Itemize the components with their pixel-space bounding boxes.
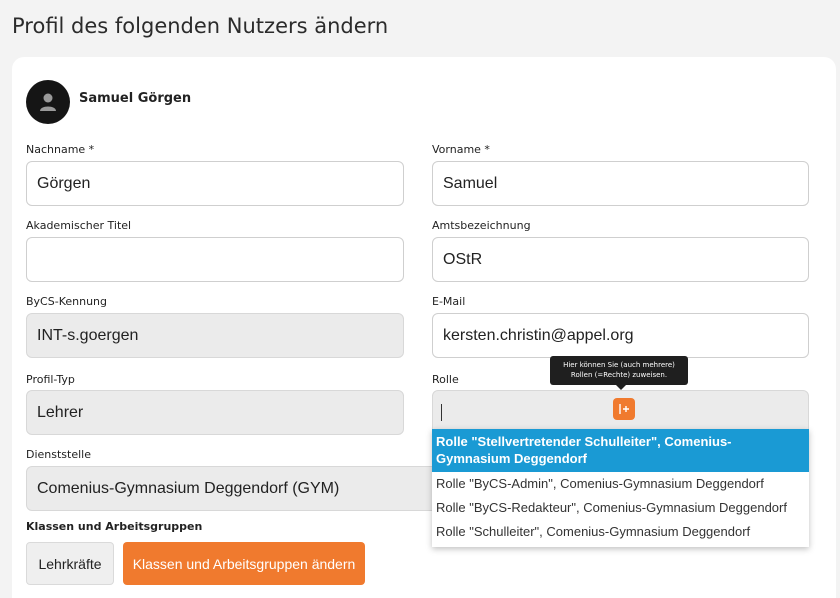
vorname-label: Vorname * [432, 143, 490, 156]
change-classes-button[interactable]: Klassen und Arbeitsgruppen ändern [123, 542, 365, 585]
tooltip-arrow [616, 385, 626, 390]
lehrkraefte-chip[interactable]: Lehrkräfte [26, 542, 114, 585]
akad-titel-field[interactable] [26, 237, 404, 282]
dienststelle-label: Dienststelle [26, 448, 92, 461]
user-name: Samuel Görgen [79, 91, 192, 106]
nachname-label: Nachname * [26, 143, 95, 156]
role-option[interactable]: Rolle "Stellvertretender Schulleiter", C… [432, 429, 809, 472]
tooltip-line-1: Hier können Sie (auch mehrere) [563, 361, 675, 369]
tooltip-line-2: Rollen (=Rechte) zuweisen. [570, 371, 668, 379]
avatar [26, 80, 70, 124]
amtsbezeichnung-field[interactable]: OStR [432, 237, 809, 282]
klassen-label: Klassen und Arbeitsgruppen [26, 520, 203, 533]
akad-titel-label: Akademischer Titel [26, 219, 132, 232]
vorname-field[interactable]: Samuel [432, 161, 809, 206]
rolle-label: Rolle [432, 373, 459, 386]
add-role-button[interactable] [613, 398, 635, 420]
bycs-kennung-label: ByCS-Kennung [26, 295, 107, 308]
text-caret [441, 404, 442, 421]
role-tooltip: Hier können Sie (auch mehrere) Rollen (=… [550, 356, 688, 385]
add-role-icon [619, 404, 629, 414]
profil-typ-field: Lehrer [26, 390, 404, 435]
dienststelle-field: Comenius-Gymnasium Deggendorf (GYM) [26, 466, 456, 511]
role-option[interactable]: Rolle "ByCS-Redakteur", Comenius-Gymnasi… [432, 496, 809, 520]
role-option[interactable]: Rolle "Schulleiter", Comenius-Gymnasium … [432, 520, 809, 544]
user-silhouette-icon [40, 93, 56, 111]
nachname-field[interactable]: Görgen [26, 161, 404, 206]
bycs-kennung-field: INT-s.goergen [26, 313, 404, 358]
role-dropdown: Rolle "Stellvertretender Schulleiter", C… [432, 429, 809, 547]
profil-typ-label: Profil-Typ [26, 373, 75, 386]
email-label: E-Mail [432, 295, 466, 308]
role-option[interactable]: Rolle "ByCS-Admin", Comenius-Gymnasium D… [432, 472, 809, 496]
amtsbezeichnung-label: Amtsbezeichnung [432, 219, 531, 232]
page-title: Profil des folgenden Nutzers ändern [12, 14, 389, 38]
email-field[interactable]: kersten.christin@appel.org [432, 313, 809, 358]
